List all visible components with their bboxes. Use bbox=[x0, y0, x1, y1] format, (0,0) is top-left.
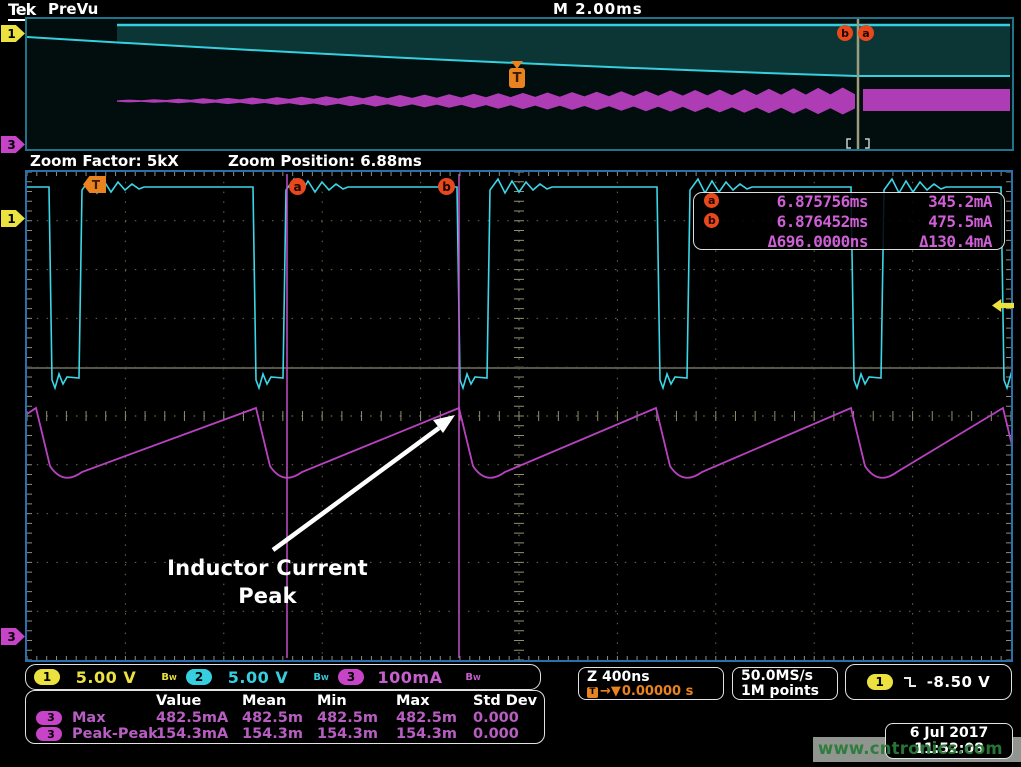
falling-edge-icon bbox=[902, 675, 918, 689]
ch2-scale: 5.00 V bbox=[212, 668, 304, 687]
trigger-source-badge: 1 bbox=[867, 674, 893, 690]
zoom-factor-label: Zoom Factor: 5kX bbox=[30, 152, 179, 170]
trigger-position-readout: T →▼ 0.00000 s bbox=[587, 685, 723, 699]
cursor-readout: a 6.875756ms 345.2mA b 6.876452ms 475.5m… bbox=[693, 192, 1005, 250]
record-length-label: 1M points bbox=[741, 684, 837, 699]
cursor-a-time: 6.875756ms bbox=[728, 192, 868, 211]
cursor-b-badge: b bbox=[704, 213, 719, 228]
ch1-badge: 1 bbox=[34, 669, 60, 685]
zoom-status-bar: Zoom Factor: 5kX Zoom Position: 6.88ms bbox=[0, 152, 1021, 170]
oscilloscope-screen: Tek PreVu M 2.00ms b a T 1 3 Zoom Factor… bbox=[0, 0, 1021, 767]
overview-cursor-b-marker: b bbox=[837, 25, 853, 41]
overview-ch1-position-marker: 1 bbox=[1, 25, 25, 42]
main-timebase-label: M 2.00ms bbox=[553, 0, 643, 18]
trigger-box: 1 -8.50 V bbox=[845, 664, 1012, 700]
measurement-row-peak-peak: 3Peak-Peak 154.3mA 154.3m 154.3m 154.3m … bbox=[32, 726, 538, 743]
inductor-current-peak-annotation: Inductor Current Peak bbox=[160, 554, 375, 610]
cursor-b-marker: b bbox=[438, 178, 455, 195]
trigger-t-icon: T bbox=[509, 68, 525, 88]
cursor-delta-value: Δ130.4mA bbox=[868, 232, 992, 251]
overview-ch3-position-marker: 3 bbox=[1, 136, 25, 153]
zoom-waveform-window: T a b a 6.875756ms 345.2mA b 6.876452ms … bbox=[25, 170, 1013, 662]
trigger-position-value: 0.00000 s bbox=[622, 685, 693, 699]
ch2-bandwidth-icon: BW bbox=[304, 672, 338, 683]
watermark-text: www.cntronics.com bbox=[818, 739, 1003, 758]
position-arrows-icon: →▼ bbox=[600, 685, 621, 699]
main-ch1-position-marker: 1 bbox=[1, 210, 25, 227]
zoom-position-label: Zoom Position: 6.88ms bbox=[228, 152, 422, 170]
overview-window: b a T bbox=[25, 17, 1014, 151]
channel-scale-bar: 1 5.00 V BW 2 5.00 V BW 3 100mA BW bbox=[25, 664, 541, 690]
acquisition-mode-label: PreVu bbox=[48, 0, 98, 18]
cursor-delta-time: Δ696.0000ns bbox=[728, 232, 868, 251]
cursor-a-marker: a bbox=[289, 178, 306, 195]
ch3-badge: 3 bbox=[36, 727, 62, 741]
measurement-table: Value Mean Min Max Std Dev 3Max 482.5mA … bbox=[25, 690, 545, 744]
measurement-row-max: 3Max 482.5mA 482.5m 482.5m 482.5m 0.000 bbox=[32, 710, 538, 727]
trigger-level-value: -8.50 V bbox=[927, 673, 991, 691]
zoom-timebase-label: Z 400ns bbox=[587, 670, 723, 685]
ch3-badge: 3 bbox=[338, 669, 364, 685]
trigger-position-marker: T bbox=[508, 61, 526, 88]
acquisition-box: 50.0MS/s 1M points bbox=[732, 667, 838, 700]
ch3-bandwidth-icon: BW bbox=[456, 672, 490, 683]
main-ch3-position-marker: 3 bbox=[1, 628, 25, 645]
ch1-bandwidth-icon: BW bbox=[152, 672, 186, 683]
cursor-b-time: 6.876452ms bbox=[728, 212, 868, 231]
ch3-scale: 100mA bbox=[364, 668, 456, 687]
ch3-badge: 3 bbox=[36, 711, 62, 725]
trigger-t-icon: T bbox=[587, 687, 598, 698]
ch1-scale: 5.00 V bbox=[60, 668, 152, 687]
overview-cursor-a-marker: a bbox=[858, 25, 874, 41]
cursor-b-value: 475.5mA bbox=[868, 212, 992, 231]
ch2-badge: 2 bbox=[186, 669, 212, 685]
cursor-a-badge: a bbox=[704, 193, 719, 208]
sample-rate-label: 50.0MS/s bbox=[741, 669, 837, 684]
top-status-bar: Tek PreVu M 2.00ms bbox=[0, 0, 1021, 17]
measurement-header-row: Value Mean Min Max Std Dev bbox=[32, 693, 538, 710]
cursor-a-value: 345.2mA bbox=[868, 192, 992, 211]
horizontal-zoom-box: Z 400ns T →▼ 0.00000 s bbox=[578, 667, 724, 700]
